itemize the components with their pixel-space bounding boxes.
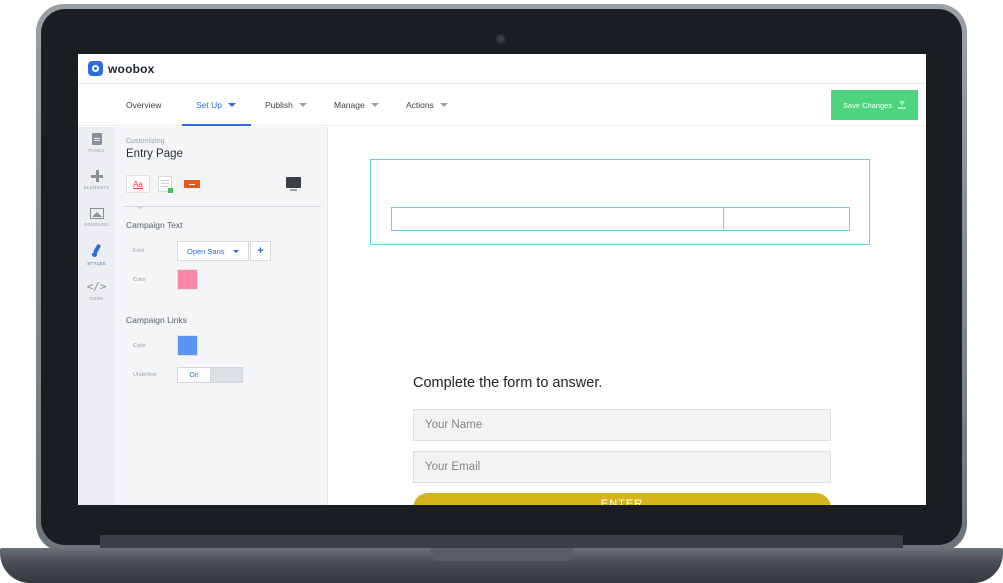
panel-subtitle: Customizing <box>126 138 165 145</box>
font-select[interactable]: Open Sans <box>177 241 249 261</box>
download-icon <box>898 101 907 109</box>
text-style-tool[interactable]: Aa <box>126 175 150 193</box>
selected-element-outline[interactable] <box>370 159 870 245</box>
chevron-down-icon <box>228 103 236 107</box>
save-changes-button[interactable]: Save Changes <box>831 90 918 120</box>
text-color-label: Color <box>133 277 147 283</box>
sidebar-item-label: PAGES <box>88 148 105 153</box>
page-icon <box>91 133 102 145</box>
tab-label: Publish <box>265 100 293 110</box>
sidebar-item-label: STYLES <box>87 261 106 266</box>
image-icon <box>89 208 104 219</box>
tab-actions[interactable]: Actions <box>406 84 448 126</box>
add-font-button[interactable]: + <box>250 241 271 261</box>
chevron-down-icon <box>370 103 379 107</box>
underline-toggle[interactable]: On <box>177 367 243 383</box>
panel-title: Entry Page <box>126 148 183 160</box>
customize-panel: Customizing Entry Page Aa Campaign Text … <box>115 127 363 505</box>
plus-icon <box>90 170 103 182</box>
link-color-label: Color <box>133 343 147 349</box>
form-style-icon[interactable] <box>158 176 173 193</box>
underline-label: Underline <box>133 372 157 378</box>
sidebar-item-elements[interactable]: ELEMENTS <box>78 170 115 206</box>
app-screen: woobox Overview Set Up Publish Manage Ac… <box>78 54 926 505</box>
laptop-hinge <box>100 535 903 548</box>
campaign-preview: Complete the form to answer. ENTER <box>329 127 926 505</box>
enter-button[interactable]: ENTER <box>413 493 831 505</box>
active-tab-indicator <box>182 124 251 126</box>
campaign-links-heading: Campaign Links <box>126 315 187 325</box>
sidebar-item-background[interactable]: BGROUND <box>78 208 115 244</box>
sidebar-item-code[interactable]: </> CODE <box>78 280 115 316</box>
save-button-label: Save Changes <box>842 100 893 110</box>
sidebar-rail: PAGES ELEMENTS BGROUND STYLES </> CODE <box>78 127 115 505</box>
brush-icon <box>91 244 103 258</box>
email-input[interactable] <box>413 451 831 483</box>
code-icon: </> <box>86 280 107 293</box>
app-logo-text[interactable]: woobox <box>108 62 155 76</box>
sidebar-item-pages[interactable]: PAGES <box>78 133 115 169</box>
tab-label: Set Up <box>196 100 222 110</box>
outline-divider <box>723 208 724 230</box>
underline-toggle-on: On <box>178 368 211 382</box>
tab-set-up[interactable]: Set Up <box>196 84 236 126</box>
tab-label: Manage <box>334 100 365 110</box>
font-select-value: Open Sans <box>187 246 225 256</box>
text-color-swatch[interactable] <box>177 269 198 290</box>
campaign-text-heading: Campaign Text <box>126 220 183 230</box>
camera-icon <box>496 34 506 44</box>
top-bar: woobox <box>78 54 926 84</box>
tab-manage[interactable]: Manage <box>334 84 379 126</box>
tab-label: Overview <box>126 100 162 110</box>
sidebar-item-label: CODE <box>89 296 104 301</box>
link-color-swatch[interactable] <box>177 335 198 356</box>
selected-inner-outline[interactable] <box>391 207 850 231</box>
sidebar-item-styles[interactable]: STYLES <box>78 244 115 280</box>
tab-publish[interactable]: Publish <box>265 84 307 126</box>
laptop-notch <box>430 548 573 561</box>
tab-overview[interactable]: Overview <box>126 84 161 126</box>
woobox-logo-icon[interactable] <box>88 61 103 76</box>
active-tool-pointer <box>136 206 144 210</box>
chevron-down-icon <box>298 103 307 107</box>
desktop-preview-icon[interactable] <box>286 177 301 191</box>
button-style-icon[interactable] <box>184 180 200 188</box>
panel-divider <box>124 206 321 207</box>
tab-label: Actions <box>406 100 434 110</box>
name-input[interactable] <box>413 409 831 441</box>
chevron-down-icon <box>232 249 239 253</box>
main-nav: Overview Set Up Publish Manage Actions S… <box>78 84 926 126</box>
font-label: Font <box>133 248 145 254</box>
chevron-down-icon <box>439 103 448 107</box>
sidebar-item-label: ELEMENTS <box>83 185 110 190</box>
sidebar-item-label: BGROUND <box>84 222 109 227</box>
laptop-frame: woobox Overview Set Up Publish Manage Ac… <box>0 0 1003 583</box>
form-heading: Complete the form to answer. <box>413 375 603 391</box>
